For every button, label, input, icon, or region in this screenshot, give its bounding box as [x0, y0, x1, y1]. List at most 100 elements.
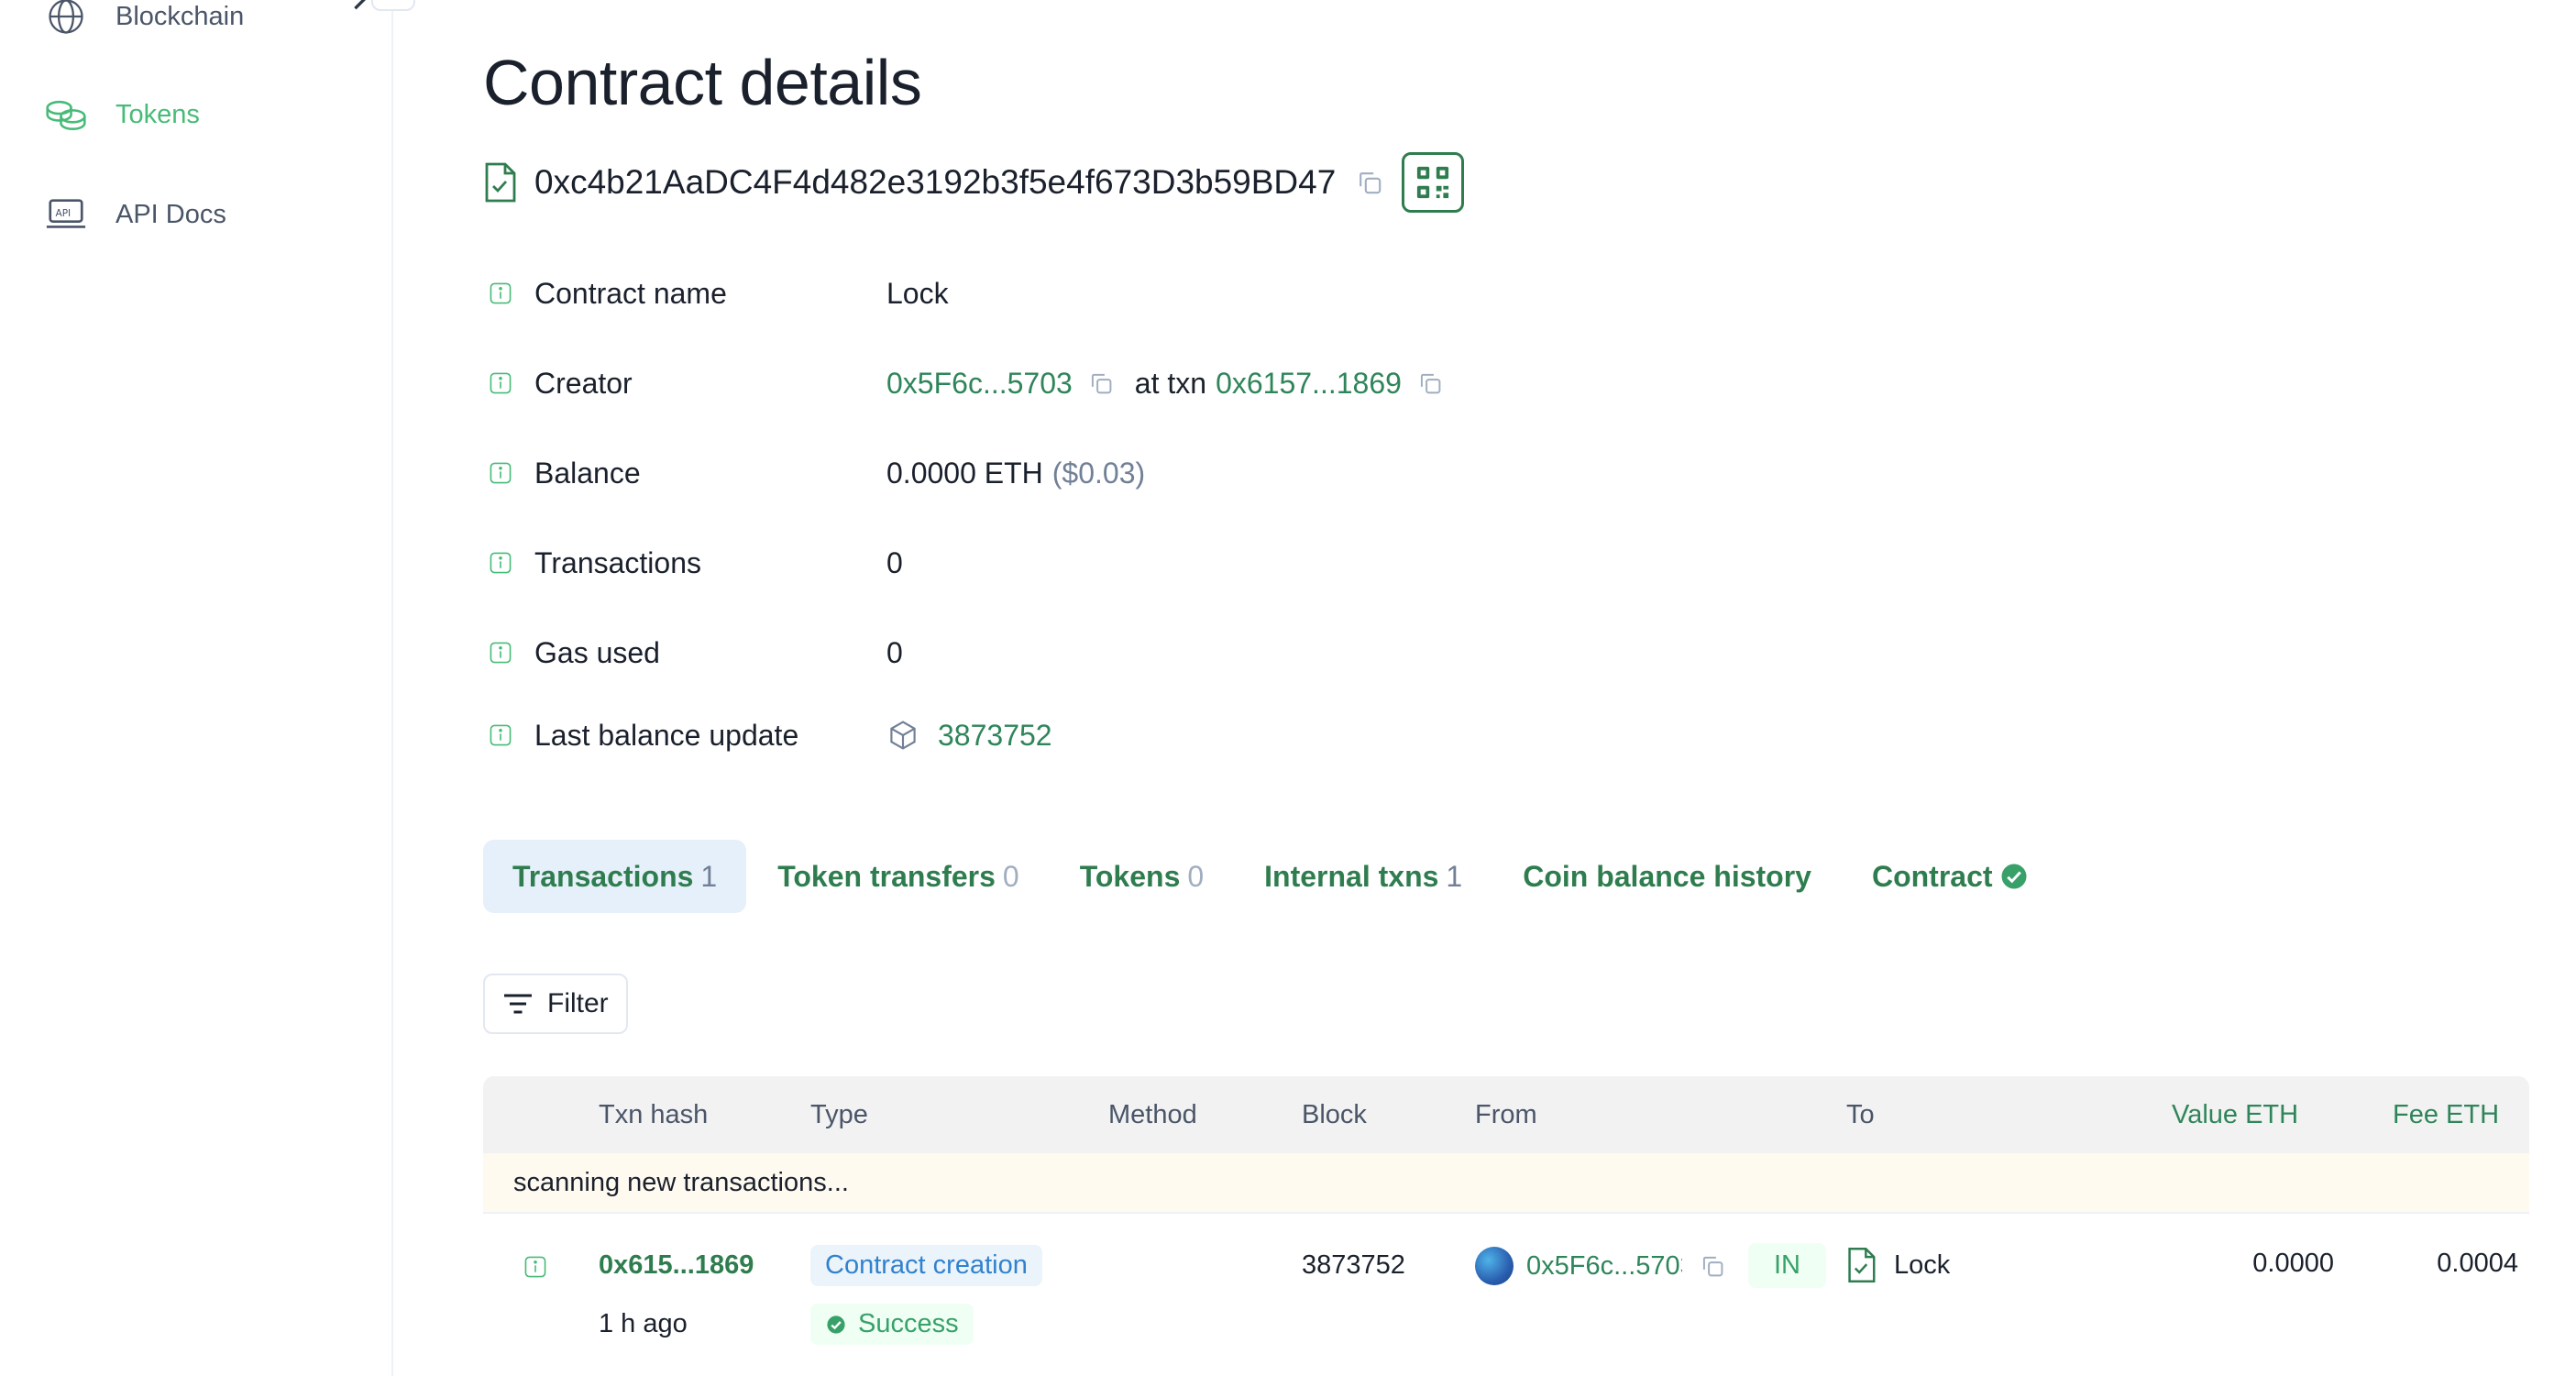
block-link[interactable]: 3873752 — [938, 719, 1052, 753]
address-avatar — [1475, 1247, 1514, 1285]
sidebar-collapse-toggle[interactable] — [371, 0, 415, 11]
coins-icon — [44, 93, 88, 137]
copy-icon[interactable] — [1699, 1252, 1726, 1280]
gas-used-value: 0 — [886, 635, 903, 669]
tab-coin-balance-history[interactable]: Coin balance history — [1493, 840, 1841, 913]
column-header-method: Method — [1108, 1099, 1197, 1129]
column-header-value: Value ETH — [2172, 1099, 2299, 1129]
tab-count: 0 — [1002, 859, 1019, 893]
detail-label: Contract name — [534, 276, 727, 310]
tab-tokens[interactable]: Tokens 0 — [1051, 840, 1233, 913]
filter-label: Filter — [547, 988, 609, 1018]
tab-label: Coin balance history — [1523, 859, 1811, 893]
tab-count: 1 — [700, 859, 718, 893]
column-header-from: From — [1475, 1099, 1537, 1129]
creator-value: 0x5F6c...5703 at txn 0x6157...1869 — [886, 367, 1455, 401]
tab-label: Tokens — [1079, 859, 1181, 893]
detail-creator: Creator 0x5F6c...5703 at txn 0x6157...18… — [483, 356, 2133, 411]
txn-status-badge: Success — [810, 1304, 974, 1345]
detail-label: Last balance update — [534, 718, 799, 752]
info-icon[interactable] — [489, 281, 512, 306]
txn-value: 0.0000 — [2252, 1249, 2334, 1278]
txn-type-badge: Contract creation — [810, 1245, 1042, 1286]
from-address-link[interactable]: 0x5F6c...5703 — [1526, 1251, 1682, 1282]
detail-label: Transactions — [534, 545, 701, 579]
detail-label: Creator — [534, 366, 633, 400]
copy-icon[interactable] — [1416, 369, 1444, 397]
page-title: Contract details — [483, 47, 922, 118]
copy-icon[interactable] — [1356, 169, 1383, 196]
detail-label: Gas used — [534, 635, 660, 669]
scanning-text: scanning new transactions... — [513, 1167, 849, 1197]
svg-text:API: API — [56, 208, 72, 219]
creator-address-link[interactable]: 0x5F6c...5703 — [886, 367, 1073, 401]
sidebar-item-api-docs[interactable]: API API Docs — [44, 187, 226, 242]
balance-value: 0.0000 ETH ($0.03) — [886, 457, 1145, 490]
tab-contract[interactable]: Contract — [1843, 840, 2057, 913]
info-icon[interactable] — [489, 640, 512, 666]
table-header: Txn hash Type Method Block From To Value… — [483, 1076, 2529, 1153]
sidebar-item-label: Blockchain — [116, 1, 245, 31]
column-header-fee: Fee ETH — [2393, 1099, 2500, 1129]
info-icon[interactable] — [489, 460, 512, 486]
column-header-to: To — [1846, 1099, 1875, 1129]
scanning-notice: scanning new transactions... — [483, 1153, 2529, 1214]
tab-label: Contract — [1871, 859, 1993, 893]
contract-address-row: 0xc4b21AaDC4F4d482e3192b3f5e4f673D3b59BD… — [483, 152, 1465, 213]
txn-age: 1 h ago — [599, 1309, 688, 1338]
info-icon[interactable] — [489, 722, 512, 748]
balance-eth: 0.0000 ETH — [886, 456, 1043, 490]
filter-button[interactable]: Filter — [483, 974, 628, 1034]
creation-txn-link[interactable]: 0x6157...1869 — [1216, 367, 1402, 401]
detail-balance: Balance 0.0000 ETH ($0.03) — [483, 446, 2133, 501]
txn-block-link[interactable]: 3873752 — [1302, 1250, 1405, 1281]
info-icon[interactable] — [523, 1254, 547, 1280]
contract-address: 0xc4b21AaDC4F4d482e3192b3f5e4f673D3b59BD… — [534, 163, 1337, 201]
tab-internal-txns[interactable]: Internal txns 1 — [1235, 840, 1492, 913]
filter-icon — [504, 994, 532, 1014]
tab-label: Token transfers — [777, 859, 996, 893]
block-cube-icon — [890, 721, 916, 750]
balance-usd: ($0.03) — [1051, 456, 1146, 490]
last-balance-update-value: 3873752 — [886, 719, 1052, 753]
detail-gas-used: Gas used 0 — [483, 625, 2133, 680]
sidebar-item-label: Tokens — [116, 99, 200, 129]
sidebar-item-label: API Docs — [116, 199, 226, 229]
sidebar: Blockchain Tokens API API Docs — [0, 0, 415, 1376]
column-header-txn-hash: Txn hash — [599, 1099, 709, 1129]
tab-bar: Transactions 1 Token transfers 0 Tokens … — [483, 840, 2059, 913]
qr-code-icon — [1417, 166, 1449, 199]
qr-code-button[interactable] — [1402, 152, 1465, 213]
tab-transactions[interactable]: Transactions 1 — [483, 840, 747, 913]
column-header-block: Block — [1302, 1099, 1367, 1129]
sidebar-item-tokens[interactable]: Tokens — [44, 87, 200, 142]
success-check-icon — [827, 1315, 845, 1334]
chevron-right-icon[interactable] — [347, 0, 374, 17]
txn-hash-link[interactable]: 0x615...1869 — [599, 1250, 754, 1281]
sidebar-item-blockchain[interactable]: Blockchain — [44, 0, 366, 44]
tab-label: Transactions — [512, 859, 694, 893]
transactions-table: Txn hash Type Method Block From To Value… — [483, 1076, 2529, 1376]
detail-label: Balance — [534, 456, 641, 490]
tab-count: 0 — [1187, 859, 1205, 893]
direction-badge: IN — [1748, 1243, 1826, 1288]
info-icon[interactable] — [489, 370, 512, 396]
txn-status-label: Success — [858, 1309, 959, 1338]
tab-label: Internal txns — [1264, 859, 1439, 893]
detail-transactions: Transactions 0 — [483, 535, 2133, 590]
txn-from: 0x5F6c...5703 — [1475, 1247, 1726, 1285]
tab-token-transfers[interactable]: Token transfers 0 — [748, 840, 1049, 913]
txn-fee: 0.0004 — [2437, 1249, 2518, 1278]
copy-icon[interactable] — [1087, 369, 1115, 397]
to-contract-link[interactable]: Lock — [1894, 1250, 1950, 1281]
verified-check-icon — [2001, 864, 2027, 889]
contract-name-value: Lock — [886, 276, 949, 310]
tab-count: 1 — [1446, 859, 1463, 893]
txn-to: Lock — [1846, 1247, 1950, 1283]
detail-contract-name: Contract name Lock — [483, 266, 2133, 321]
at-txn-text: at txn — [1134, 366, 1207, 400]
contract-document-icon — [485, 162, 516, 203]
table-row: 0x615...1869 1 h ago Contract creation S… — [483, 1214, 2529, 1376]
globe-icon — [44, 0, 88, 39]
info-icon[interactable] — [489, 550, 512, 576]
